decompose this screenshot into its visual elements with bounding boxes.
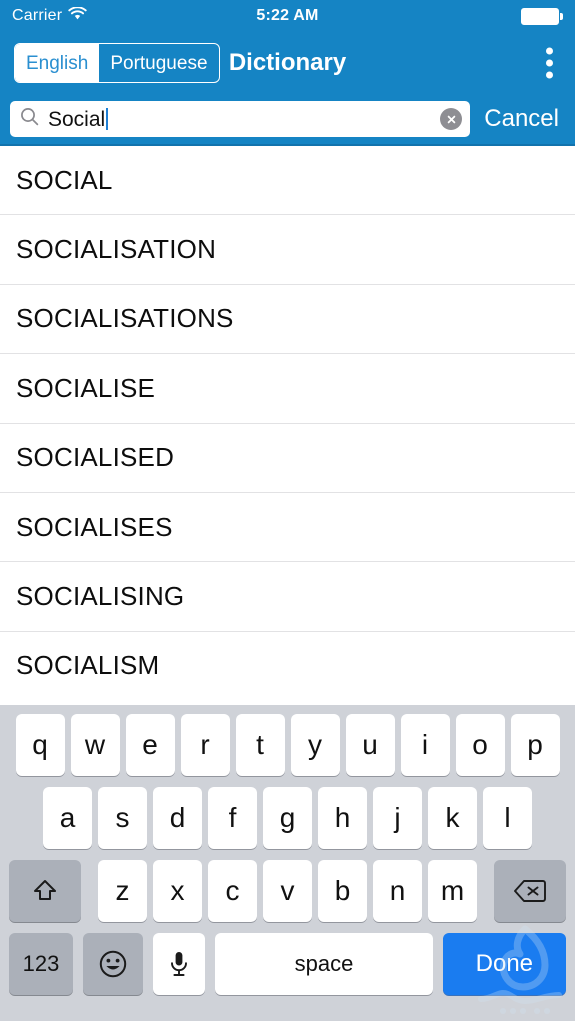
key-i[interactable]: i — [400, 714, 450, 776]
key-t[interactable]: t — [235, 714, 285, 776]
key-q[interactable]: q — [15, 714, 65, 776]
key-f[interactable]: f — [208, 787, 257, 849]
result-word: SOCIALISATIONS — [16, 303, 234, 334]
backspace-delete-icon[interactable] — [494, 860, 566, 922]
dot — [546, 47, 553, 55]
search-input[interactable]: Social — [10, 101, 471, 137]
wifi-icon — [68, 5, 87, 26]
results-list[interactable]: SOCIAL SOCIALISATION SOCIALISATIONS SOCI… — [0, 146, 575, 698]
key-r[interactable]: r — [180, 714, 230, 776]
key-j[interactable]: j — [373, 787, 422, 849]
done-key[interactable]: Done — [442, 933, 566, 995]
app-root: Carrier 5:22 AM English Portuguese Dicti… — [0, 0, 575, 1021]
nav-bar: English Portuguese Dictionary — [0, 32, 575, 94]
key-z[interactable]: z — [98, 860, 147, 922]
segment-english[interactable]: English — [15, 44, 100, 82]
key-g[interactable]: g — [263, 787, 312, 849]
search-input-value: Social — [48, 107, 106, 131]
key-o[interactable]: o — [455, 714, 505, 776]
clear-circle-icon[interactable] — [440, 108, 463, 130]
key-v[interactable]: v — [263, 860, 312, 922]
key-m[interactable]: m — [428, 860, 477, 922]
search-bar: Social Cancel — [0, 94, 575, 146]
result-word: SOCIALISATION — [16, 234, 217, 265]
dot — [546, 59, 553, 67]
key-e[interactable]: e — [125, 714, 175, 776]
list-item[interactable]: SOCIALISING — [0, 562, 575, 632]
list-item[interactable]: SOCIALISE — [0, 354, 575, 424]
dot — [546, 71, 553, 79]
magnifying-glass-icon — [20, 107, 39, 131]
vertical-dots-icon[interactable] — [542, 44, 557, 83]
key-s[interactable]: s — [98, 787, 147, 849]
list-item[interactable]: SOCIAL — [0, 146, 575, 216]
key-y[interactable]: y — [290, 714, 340, 776]
microphone-icon[interactable] — [153, 933, 206, 995]
on-screen-keyboard[interactable]: q w e r t y u i o p a s d f g h j k l z … — [0, 705, 575, 1021]
smiley-face-icon[interactable] — [82, 933, 144, 995]
result-word: SOCIALISE — [16, 372, 156, 403]
space-key[interactable]: space — [215, 933, 433, 995]
search-value-wrap: Social — [48, 108, 440, 130]
cancel-button[interactable]: Cancel — [470, 105, 565, 133]
key-b[interactable]: b — [318, 860, 367, 922]
language-segmented-control[interactable]: English Portuguese — [14, 43, 220, 83]
keyboard-row-3: z x c v b n m — [0, 860, 575, 922]
list-item[interactable]: SOCIALISATION — [0, 215, 575, 285]
result-word: SOCIALISING — [16, 581, 185, 612]
key-c[interactable]: c — [208, 860, 257, 922]
text-caret — [106, 108, 109, 130]
result-word: SOCIALISES — [16, 511, 173, 542]
key-a[interactable]: a — [43, 787, 92, 849]
key-d[interactable]: d — [153, 787, 202, 849]
key-x[interactable]: x — [153, 860, 202, 922]
result-word: SOCIAL — [16, 164, 113, 195]
list-item[interactable]: SOCIALISED — [0, 423, 575, 493]
list-item[interactable]: SOCIALISM — [0, 631, 575, 698]
keyboard-row-1: q w e r t y u i o p — [0, 714, 575, 776]
segment-portuguese[interactable]: Portuguese — [99, 44, 218, 82]
carrier-label: Carrier — [12, 7, 63, 24]
result-word: SOCIALISM — [16, 650, 160, 681]
key-h[interactable]: h — [318, 787, 367, 849]
key-l[interactable]: l — [483, 787, 532, 849]
result-word: SOCIALISED — [16, 442, 175, 473]
list-item[interactable]: SOCIALISES — [0, 492, 575, 563]
carrier-group: Carrier — [12, 5, 87, 26]
battery-full-icon — [521, 7, 563, 25]
shift-arrow-icon[interactable] — [9, 860, 81, 922]
keyboard-row-4: 123 space Done — [0, 933, 575, 995]
keyboard-row-2: a s d f g h j k l — [0, 787, 575, 849]
numbers-key[interactable]: 123 — [9, 933, 73, 995]
key-n[interactable]: n — [373, 860, 422, 922]
key-p[interactable]: p — [510, 714, 560, 776]
key-u[interactable]: u — [345, 714, 395, 776]
key-w[interactable]: w — [70, 714, 120, 776]
list-item[interactable]: SOCIALISATIONS — [0, 284, 575, 355]
status-bar: Carrier 5:22 AM — [0, 0, 575, 32]
key-k[interactable]: k — [428, 787, 477, 849]
